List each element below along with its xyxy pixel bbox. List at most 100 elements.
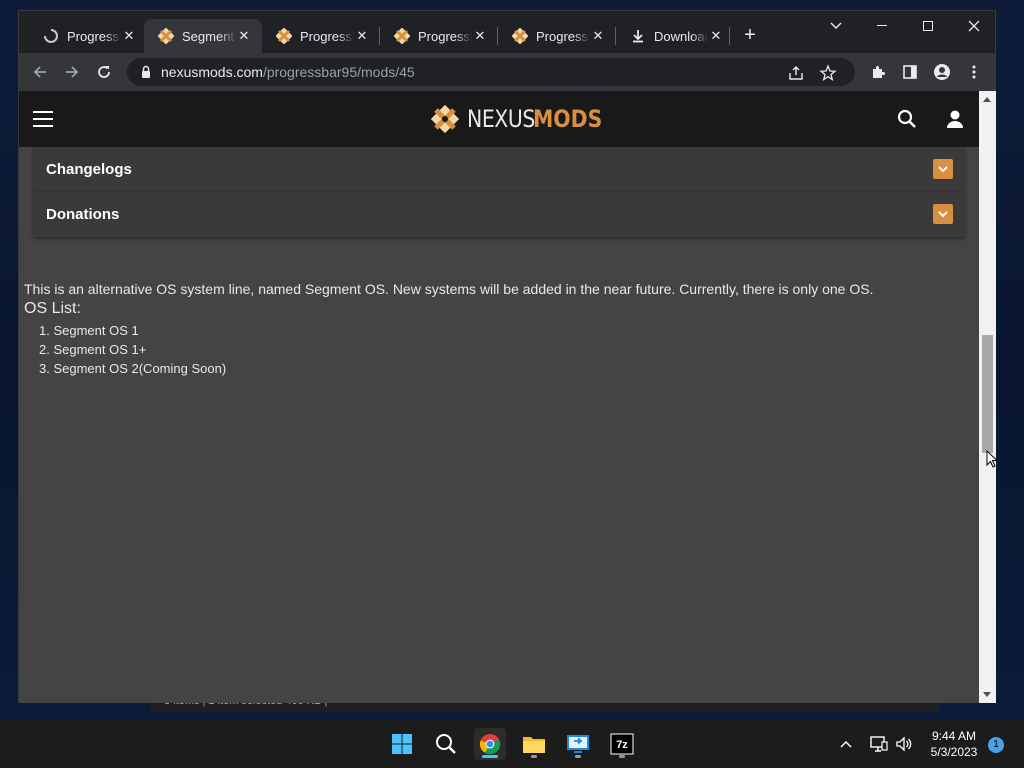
address-bar[interactable]: nexusmods.com/progressbar95/mods/45: [127, 58, 855, 86]
profile-button[interactable]: [929, 59, 955, 85]
tab-title: Progressbar95: [300, 28, 354, 44]
close-tab-icon[interactable]: ✕: [708, 28, 724, 44]
tray-volume-button[interactable]: [895, 720, 913, 768]
mod-description: This is an alternative OS system line, n…: [24, 281, 974, 378]
tab-2[interactable]: Segment OS ✕: [144, 19, 262, 53]
close-tab-icon[interactable]: ✕: [121, 28, 137, 44]
nexusmods-logo-icon: [431, 105, 459, 133]
tab-4[interactable]: Progressbar95 ✕: [380, 19, 498, 53]
notification-badge[interactable]: 1: [988, 737, 1004, 753]
close-tab-icon[interactable]: ✕: [472, 28, 488, 44]
tab-strip: Progressbar95 ✕ Segment OS ✕ Progressbar…: [19, 11, 995, 53]
taskbar-chrome[interactable]: [474, 728, 506, 760]
url-host: nexusmods.com: [161, 64, 263, 80]
folder-icon: [523, 737, 545, 753]
tab-5[interactable]: Progressbar95 ✕: [498, 19, 616, 53]
forward-button[interactable]: [59, 59, 85, 85]
tab-3[interactable]: Progressbar95 ✕: [262, 19, 380, 53]
tab-search-button[interactable]: [813, 11, 859, 41]
taskbar-search-button[interactable]: [430, 728, 462, 760]
url-path: /progressbar95/mods/45: [262, 64, 415, 80]
accordion-donations[interactable]: Donations: [33, 192, 965, 237]
tab-title: Progressbar95: [418, 28, 472, 44]
search-icon: [436, 734, 456, 754]
minimize-button[interactable]: [859, 11, 905, 41]
tab-1[interactable]: Progressbar95 ✕: [29, 19, 147, 53]
list-item: 2. Segment OS 1+: [39, 342, 147, 357]
scroll-down-arrow[interactable]: [983, 692, 991, 697]
taskbar-clock[interactable]: 9:44 AM 5/3/2023: [920, 728, 988, 760]
loading-spinner-icon: [43, 28, 59, 44]
volume-icon: [896, 736, 912, 752]
taskbar-remote-app[interactable]: [562, 728, 594, 760]
maximize-icon: [923, 21, 933, 31]
download-icon: [630, 28, 646, 44]
side-panel-button[interactable]: [897, 59, 923, 85]
close-icon: [968, 20, 980, 32]
close-tab-icon[interactable]: ✕: [354, 28, 370, 44]
user-icon[interactable]: [944, 108, 966, 130]
tab-separator: [729, 27, 730, 45]
tab-title: Segment OS: [182, 28, 236, 44]
os-list-heading: OS List:: [24, 300, 81, 317]
svg-text:7z: 7z: [616, 739, 628, 751]
hamburger-menu-icon[interactable]: [33, 111, 53, 127]
remote-desktop-icon: [567, 735, 589, 753]
profile-icon: [934, 64, 950, 80]
bookmark-star-icon[interactable]: [819, 64, 837, 82]
accordion-label: Changelogs: [46, 160, 132, 178]
tab-title: Progressbar95: [536, 28, 590, 44]
chevron-up-icon: [840, 740, 852, 748]
menu-button[interactable]: [961, 59, 987, 85]
page-viewport: NEXUS MODS Changelogs Donations This is …: [19, 91, 979, 703]
chevron-down-icon: [830, 22, 842, 29]
scroll-up-arrow[interactable]: [983, 97, 991, 102]
chrome-icon: [479, 734, 501, 755]
nexusmods-icon: [512, 28, 528, 44]
start-button[interactable]: [386, 728, 418, 760]
running-indicator: [531, 755, 537, 758]
nexusmods-logo[interactable]: NEXUS MODS: [431, 104, 614, 134]
mouse-cursor-icon: [986, 450, 998, 468]
close-tab-icon[interactable]: ✕: [236, 28, 252, 44]
os-list: 1. Segment OS 1 2. Segment OS 1+ 3. Segm…: [24, 321, 974, 378]
chevron-down-icon: [938, 165, 948, 172]
maximize-button[interactable]: [905, 11, 951, 41]
extensions-button[interactable]: [865, 59, 891, 85]
tray-overflow-button[interactable]: [840, 720, 852, 768]
arrow-left-icon: [33, 66, 46, 78]
reload-button[interactable]: [91, 59, 117, 85]
back-button[interactable]: [27, 59, 53, 85]
browser-window: Progressbar95 ✕ Segment OS ✕ Progressbar…: [18, 10, 996, 703]
scroll-thumb[interactable]: [982, 335, 993, 453]
share-icon[interactable]: [787, 64, 805, 82]
active-indicator: [482, 755, 498, 758]
lock-icon[interactable]: [139, 65, 153, 79]
expand-toggle[interactable]: [933, 159, 953, 179]
list-item: 1. Segment OS 1: [39, 323, 139, 338]
accordion-changelogs[interactable]: Changelogs: [33, 147, 965, 192]
close-tab-icon[interactable]: ✕: [590, 28, 606, 44]
expand-toggle[interactable]: [933, 204, 953, 224]
taskbar-7zip[interactable]: 7z: [606, 728, 638, 760]
search-icon[interactable]: [896, 108, 918, 130]
url-text: nexusmods.com/progressbar95/mods/45: [161, 64, 415, 80]
page-scrollbar[interactable]: [979, 91, 996, 703]
new-tab-button[interactable]: +: [739, 25, 761, 47]
side-panel-icon: [903, 65, 917, 79]
nexusmods-icon: [394, 28, 410, 44]
7zip-icon: 7z: [610, 733, 634, 755]
arrow-right-icon: [66, 66, 79, 78]
minimize-icon: [877, 25, 887, 26]
tab-title: Progressbar95: [67, 28, 121, 44]
taskbar-file-explorer[interactable]: [518, 728, 550, 760]
reload-icon: [98, 66, 110, 78]
list-item: 3. Segment OS 2(Coming Soon): [39, 361, 227, 376]
description-intro: This is an alternative OS system line, n…: [24, 281, 874, 297]
tray-network-button[interactable]: [870, 720, 888, 768]
close-window-button[interactable]: [951, 11, 997, 41]
tab-6[interactable]: Downloads ✕: [616, 19, 734, 53]
logo-text-nexus: NEXUS: [467, 105, 535, 133]
mod-accordion: Changelogs Donations: [33, 147, 965, 237]
site-header: NEXUS MODS: [19, 91, 979, 147]
